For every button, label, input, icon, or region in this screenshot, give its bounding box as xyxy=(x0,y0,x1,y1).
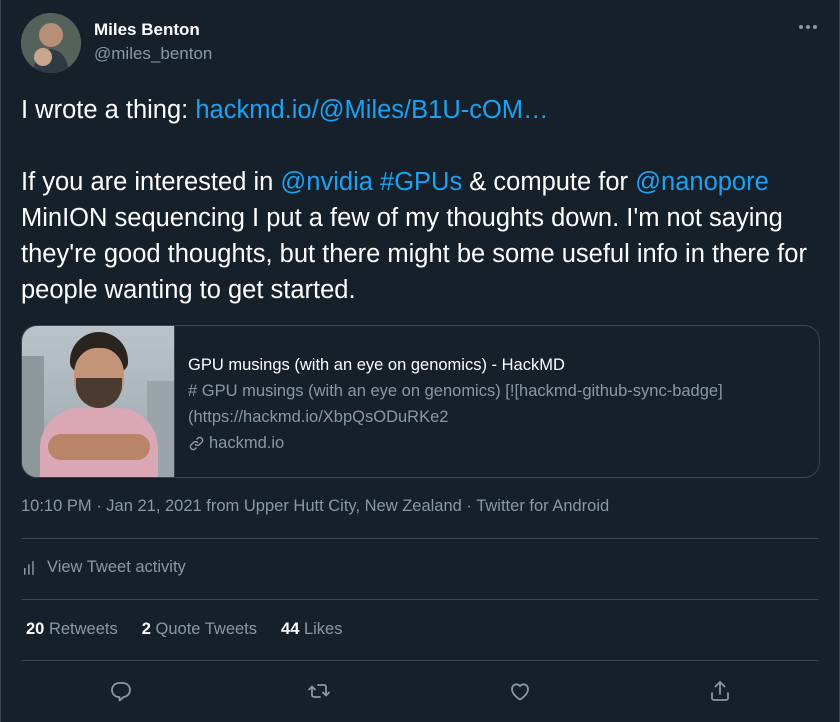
meta-separator: · xyxy=(461,497,477,515)
divider xyxy=(21,599,819,600)
tweet-text-segment: If you are interested in xyxy=(21,168,281,196)
divider xyxy=(21,660,819,661)
tweet-text-segment: I wrote a thing: xyxy=(21,96,196,124)
share-icon[interactable] xyxy=(705,676,735,706)
view-tweet-activity-button[interactable]: View Tweet activity xyxy=(21,558,186,577)
tweet-date[interactable]: Jan 21, 2021 xyxy=(106,497,201,515)
avatar[interactable] xyxy=(21,13,81,73)
quote-tweets-stat[interactable]: 2 Quote Tweets xyxy=(142,620,257,639)
link-card-image xyxy=(22,326,175,477)
tweet-stats: 20 Retweets 2 Quote Tweets 44 Likes xyxy=(26,620,342,639)
link-card-description: # GPU musings (with an eye on genomics) … xyxy=(188,382,723,426)
retweets-stat[interactable]: 20 Retweets xyxy=(26,620,118,639)
avatar-photo xyxy=(21,13,81,73)
likes-count: 44 xyxy=(281,620,300,638)
tweet-detail: Miles Benton @miles_benton I wrote a thi… xyxy=(0,0,840,722)
bar-chart-icon xyxy=(24,560,34,575)
hashtag-gpus[interactable]: #GPUs xyxy=(380,168,462,196)
tweet-line-1: I wrote a thing: hackmd.io/@Miles/B1U-cO… xyxy=(21,92,811,128)
heart-icon[interactable] xyxy=(505,676,535,706)
tweet-time[interactable]: 10:10 PM xyxy=(21,497,92,515)
link-card-domain-text: hackmd.io xyxy=(209,434,285,452)
quote-tweets-count: 2 xyxy=(141,620,151,638)
tweet-text: I wrote a thing: hackmd.io/@Miles/B1U-cO… xyxy=(21,92,811,308)
tweet-source[interactable]: Twitter for Android xyxy=(476,497,609,515)
retweets-label: Retweets xyxy=(44,620,118,638)
tweet-text-segment xyxy=(373,168,380,196)
link-icon xyxy=(189,436,204,450)
retweet-icon[interactable] xyxy=(304,676,334,706)
quote-tweets-label: Quote Tweets xyxy=(150,620,258,638)
mention-nvidia[interactable]: @nvidia xyxy=(280,168,373,196)
likes-stat[interactable]: 44 Likes xyxy=(281,620,342,639)
reply-icon[interactable] xyxy=(106,676,136,706)
tweet-link[interactable]: hackmd.io/@Miles/B1U-cOM… xyxy=(195,96,548,124)
more-icon[interactable] xyxy=(797,16,819,38)
tweet-text-segment: & compute for xyxy=(462,168,636,196)
tweet-paragraph-2: If you are interested in @nvidia #GPUs &… xyxy=(21,164,811,308)
likes-label: Likes xyxy=(299,620,343,638)
retweets-count: 20 xyxy=(26,620,45,638)
divider xyxy=(21,538,819,539)
author-handle[interactable]: @miles_benton xyxy=(94,44,212,64)
link-card[interactable]: GPU musings (with an eye on genomics) - … xyxy=(21,325,820,478)
tweet-text-segment: MinION sequencing I put a few of my thou… xyxy=(21,204,807,304)
meta-separator: · xyxy=(91,497,107,515)
view-tweet-activity-label: View Tweet activity xyxy=(47,558,186,576)
meta-from: from xyxy=(201,497,244,515)
link-card-title: GPU musings (with an eye on genomics) - … xyxy=(188,356,565,374)
tweet-actions xyxy=(1,676,840,706)
link-card-domain: hackmd.io xyxy=(188,430,788,456)
link-card-body: GPU musings (with an eye on genomics) - … xyxy=(175,326,788,477)
tweet-meta: 10:10 PM · Jan 21, 2021 from Upper Hutt … xyxy=(21,497,609,516)
tweet-location[interactable]: Upper Hutt City, New Zealand xyxy=(244,497,462,515)
author-name[interactable]: Miles Benton xyxy=(94,20,200,40)
mention-nanopore[interactable]: @nanopore xyxy=(635,168,769,196)
